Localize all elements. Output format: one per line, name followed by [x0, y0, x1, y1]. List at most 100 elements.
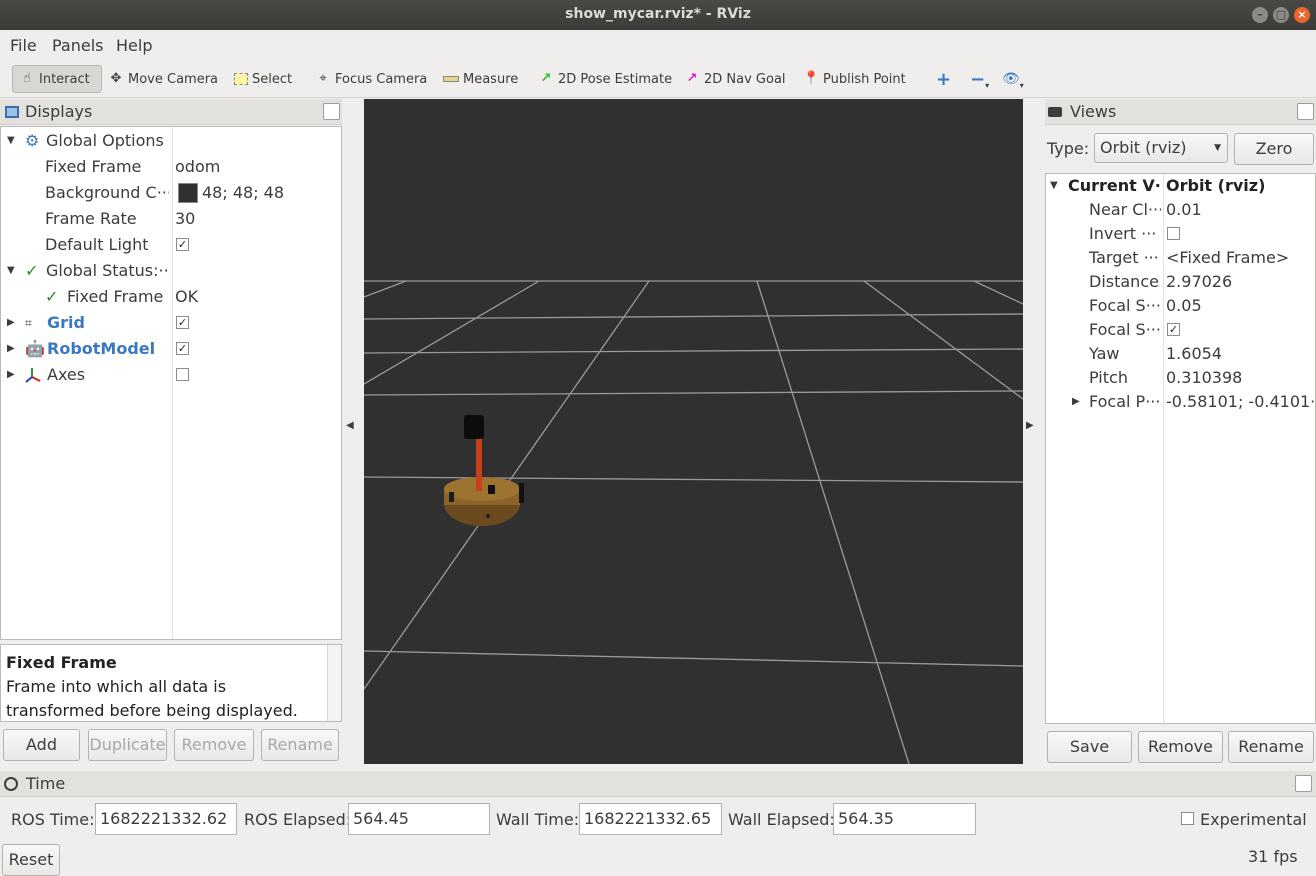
reset-button[interactable]: Reset — [2, 844, 60, 876]
frame-rate-value[interactable]: 30 — [175, 206, 195, 232]
distance-label: Distance — [1089, 272, 1159, 291]
panel-float-button[interactable] — [1295, 775, 1312, 792]
tree-row-fixed-frame[interactable]: Fixed Frame odom — [1, 154, 341, 180]
remove-display-button[interactable]: Remove — [174, 729, 254, 761]
tree-row-status-fixed-frame[interactable]: ✓ Fixed Frame OK — [1, 284, 341, 310]
collapse-arrow-icon[interactable]: ▶ — [1072, 390, 1080, 414]
focal-shape-size-value[interactable]: 0.05 — [1166, 294, 1314, 318]
fixed-frame-value[interactable]: odom — [175, 154, 220, 180]
eye-icon: 👁 — [1002, 71, 1020, 87]
measure-tool-button[interactable]: Measure — [443, 65, 518, 93]
save-view-button[interactable]: Save — [1047, 731, 1132, 763]
expand-arrow-icon[interactable]: ▼ — [1050, 174, 1058, 198]
publish-point-tool-button[interactable]: 📍 Publish Point — [803, 65, 906, 93]
focal-point-label: Focal P··· — [1089, 392, 1161, 411]
view-row-invert[interactable]: Invert ··· — [1046, 222, 1315, 246]
pitch-value[interactable]: 0.310398 — [1166, 366, 1314, 390]
menu-help[interactable]: Help — [116, 36, 152, 55]
tree-row-default-light[interactable]: Default Light ✓ — [1, 232, 341, 258]
view-row-near-clip[interactable]: Near Cl··· 0.01 — [1046, 198, 1315, 222]
focal-point-value[interactable]: -0.58101; -0.4101··· — [1166, 390, 1314, 414]
invert-checkbox[interactable] — [1167, 227, 1180, 240]
zero-button[interactable]: Zero — [1234, 133, 1314, 165]
collapse-right-arrow-icon[interactable]: ▶ — [1026, 420, 1034, 431]
tree-row-axes[interactable]: ▶ Axes — [1, 362, 341, 388]
fixed-frame-label: Fixed Frame — [45, 157, 142, 176]
collapse-arrow-icon[interactable]: ▶ — [7, 310, 15, 336]
ros-elapsed-field[interactable]: 564.45 — [348, 803, 490, 835]
add-display-button[interactable]: Add — [3, 729, 80, 761]
ros-elapsed-label: ROS Elapsed: — [244, 810, 352, 829]
move-camera-tool-button[interactable]: ✥ Move Camera — [108, 65, 218, 93]
yaw-value[interactable]: 1.6054 — [1166, 342, 1314, 366]
description-scrollbar[interactable] — [327, 645, 341, 721]
default-light-checkbox[interactable]: ✓ — [176, 238, 189, 251]
wall-time-field[interactable]: 1682221332.65 — [579, 803, 722, 835]
view-row-current-view[interactable]: ▼ Current V··· Orbit (rviz) — [1046, 174, 1315, 198]
view-row-focal-point[interactable]: ▶ Focal P··· -0.58101; -0.4101··· — [1046, 390, 1315, 414]
wall-elapsed-field[interactable]: 564.35 — [833, 803, 976, 835]
close-button[interactable]: × — [1294, 7, 1310, 23]
add-tool-button[interactable]: + — [936, 65, 951, 93]
rename-view-button[interactable]: Rename — [1228, 731, 1314, 763]
views-panel-header: Views — [1045, 99, 1316, 125]
tree-row-frame-rate[interactable]: Frame Rate 30 — [1, 206, 341, 232]
remove-tool-button[interactable]: − ▾ — [970, 65, 989, 93]
nav-goal-label: 2D Nav Goal — [704, 71, 786, 87]
duplicate-display-button[interactable]: Duplicate — [88, 729, 167, 761]
focus-camera-label: Focus Camera — [335, 71, 428, 87]
target-frame-value[interactable]: <Fixed Frame> — [1166, 246, 1314, 270]
experimental-checkbox[interactable] — [1181, 812, 1194, 825]
expand-arrow-icon[interactable]: ▼ — [7, 258, 15, 284]
view-row-yaw[interactable]: Yaw 1.6054 — [1046, 342, 1315, 366]
view-row-focal-shape-fixed[interactable]: Focal S··· ✓ — [1046, 318, 1315, 342]
near-clip-value[interactable]: 0.01 — [1166, 198, 1314, 222]
global-options-label: Global Options — [46, 131, 164, 150]
select-label: Select — [252, 71, 293, 87]
invert-label: Invert ··· — [1089, 224, 1157, 243]
panel-float-button[interactable] — [323, 103, 340, 120]
views-panel: Views Type: Orbit (rviz) ▼ Zero ▼ Curren… — [1045, 99, 1316, 769]
ros-time-field[interactable]: 1682221332.62 — [95, 803, 237, 835]
view-row-focal-shape-size[interactable]: Focal S··· 0.05 — [1046, 294, 1315, 318]
nav-goal-tool-button[interactable]: ↗ 2D Nav Goal — [684, 65, 786, 93]
remove-view-button[interactable]: Remove — [1138, 731, 1223, 763]
collapse-left-arrow-icon[interactable]: ◀ — [346, 420, 354, 431]
view-row-pitch[interactable]: Pitch 0.310398 — [1046, 366, 1315, 390]
view-row-distance[interactable]: Distance 2.97026 — [1046, 270, 1315, 294]
select-tool-button[interactable]: Select — [234, 65, 292, 93]
rename-display-button[interactable]: Rename — [261, 729, 339, 761]
focus-camera-tool-button[interactable]: ⌖ Focus Camera — [315, 65, 427, 93]
collapse-arrow-icon[interactable]: ▶ — [7, 362, 15, 388]
minimize-button[interactable]: – — [1252, 7, 1268, 23]
grid-scene — [363, 280, 1024, 765]
menu-panels[interactable]: Panels — [52, 36, 104, 55]
grid-checkbox[interactable]: ✓ — [176, 316, 189, 329]
collapse-arrow-icon[interactable]: ▶ — [7, 336, 15, 362]
tree-row-global-options[interactable]: ▼ ⚙ Global Options — [1, 128, 341, 154]
tree-row-grid[interactable]: ▶ ⌗ Grid ✓ — [1, 310, 341, 336]
tree-row-background-color[interactable]: Background C··· 48; 48; 48 — [1, 180, 341, 206]
plus-icon: + — [936, 68, 952, 90]
green-arrow-icon: ↗ — [540, 71, 552, 86]
menu-file[interactable]: File — [10, 36, 37, 55]
color-swatch[interactable] — [178, 183, 198, 203]
crosshair-icon: ⌖ — [319, 71, 327, 86]
distance-value[interactable]: 2.97026 — [1166, 270, 1314, 294]
tree-row-global-status[interactable]: ▼ ✓ Global Status:··· — [1, 258, 341, 284]
view-type-select[interactable]: Orbit (rviz) ▼ — [1094, 133, 1228, 163]
focal-shape-fixed-checkbox[interactable]: ✓ — [1167, 323, 1180, 336]
background-color-value[interactable]: 48; 48; 48 — [202, 180, 284, 206]
render-viewport[interactable] — [363, 99, 1024, 765]
tree-row-robot-model[interactable]: ▶ 🤖 RobotModel ✓ — [1, 336, 341, 362]
maximize-button[interactable]: □ — [1273, 7, 1289, 23]
fps-readout: 31 fps — [1248, 847, 1298, 866]
robot-model-checkbox[interactable]: ✓ — [176, 342, 189, 355]
pose-estimate-tool-button[interactable]: ↗ 2D Pose Estimate — [538, 65, 673, 93]
panel-float-button[interactable] — [1297, 103, 1314, 120]
expand-arrow-icon[interactable]: ▼ — [7, 128, 15, 154]
view-tool-button[interactable]: 👁 ▾ — [1002, 65, 1024, 93]
interact-tool-button[interactable]: ☝ Interact — [12, 65, 102, 93]
view-row-target-frame[interactable]: Target ··· <Fixed Frame> — [1046, 246, 1315, 270]
axes-checkbox[interactable] — [176, 368, 189, 381]
